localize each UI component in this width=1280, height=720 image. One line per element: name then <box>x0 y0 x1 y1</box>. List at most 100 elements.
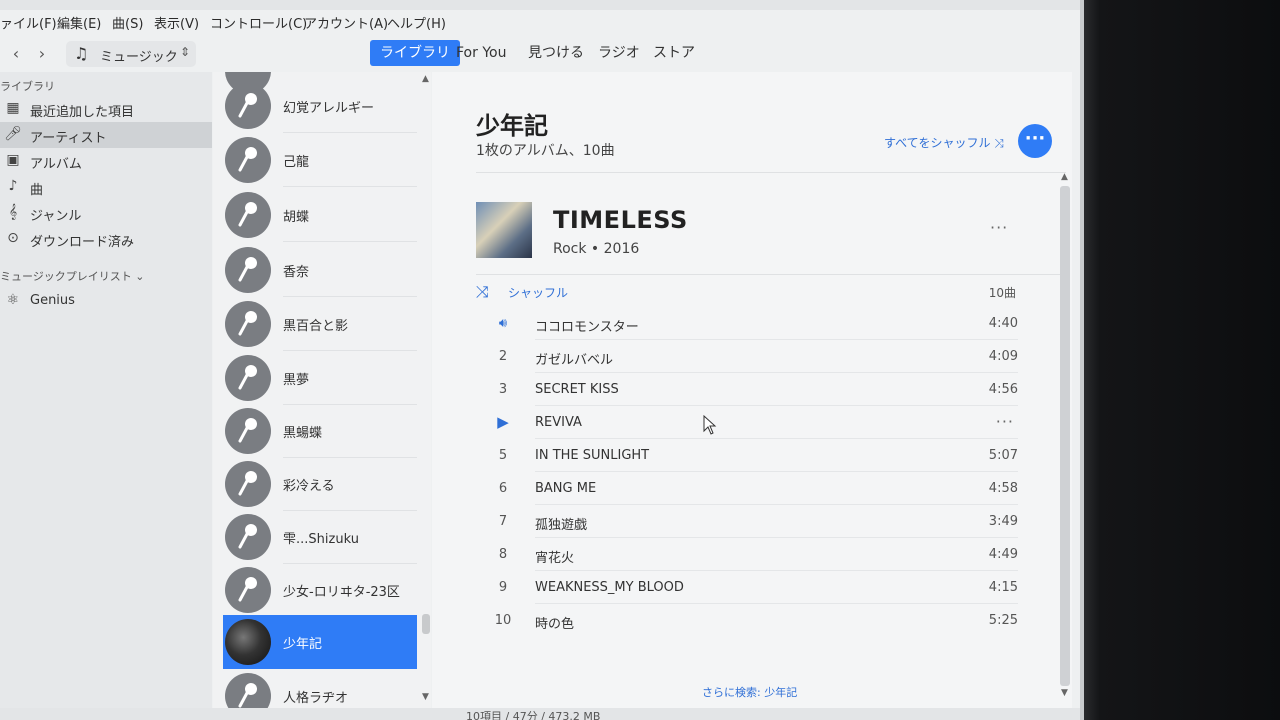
list-item[interactable]: 人格ラヂオ <box>223 669 417 708</box>
table-row[interactable]: 10 時の色 5:25 <box>492 604 1018 637</box>
track-title: SECRET KISS <box>535 382 619 397</box>
scrollbar-thumb[interactable] <box>1060 186 1070 686</box>
scroll-up-icon[interactable]: ▲ <box>1061 172 1068 182</box>
track-title: 孤独遊戯 <box>535 518 588 533</box>
track-more-icon[interactable]: ··· <box>996 412 1014 431</box>
album-icon: ▣ <box>6 152 20 168</box>
track-title: ココロモンスター <box>535 320 639 335</box>
toolbar: ‹ › ♫ ミュージック ⇕ ライブラリ For You 見つける ラジオ スト… <box>0 36 1084 72</box>
tab-for-you[interactable]: For You <box>446 40 516 66</box>
shuffle-all-button[interactable]: すべてをシャッフル ⤨ <box>884 134 1004 151</box>
sidebar-item-artists[interactable]: 🎤︎ アーティスト <box>0 122 212 148</box>
list-item[interactable]: 胡蝶 <box>223 188 417 242</box>
table-row[interactable]: 5 IN THE SUNLIGHT 5:07 <box>492 439 1018 472</box>
menu-file[interactable]: ァイル(F) <box>0 13 57 32</box>
menu-account[interactable]: アカウント(A) <box>304 13 388 32</box>
media-kind-select[interactable]: ♫ ミュージック ⇕ <box>66 41 196 67</box>
scroll-down-icon[interactable]: ▼ <box>422 692 429 702</box>
list-item[interactable]: 香奈 <box>223 243 417 297</box>
playlists-header-label: ミュージックプレイリスト <box>0 270 132 283</box>
album-title[interactable]: TIMELESS <box>553 206 688 234</box>
forward-icon[interactable]: › <box>30 42 54 66</box>
table-row[interactable]: 9 WEAKNESS_MY BLOOD 4:15 <box>492 571 1018 604</box>
sidebar-item-songs[interactable]: ♪ 曲 <box>0 174 212 200</box>
artist-name: 雫...Shizuku <box>283 532 359 547</box>
list-item[interactable]: 己龍 <box>223 133 417 187</box>
list-item[interactable]: 少女-ロリヰタ-23区 <box>223 563 417 617</box>
table-row[interactable]: 2 ガゼルバベル 4:09 <box>492 340 1018 373</box>
scroll-up-icon[interactable]: ▲ <box>422 74 429 84</box>
sidebar-item-genius[interactable]: ⚛ Genius <box>0 288 212 314</box>
monitor-bezel <box>1084 0 1280 720</box>
scroll-down-icon[interactable]: ▼ <box>1061 688 1068 698</box>
tab-store[interactable]: ストア <box>643 40 705 66</box>
table-row[interactable]: 8 宵花火 4:49 <box>492 538 1018 571</box>
sidebar-item-label: ジャンル <box>30 209 82 224</box>
tab-browse[interactable]: 見つける <box>518 40 594 66</box>
menu-controls[interactable]: コントロール(C) <box>210 13 307 32</box>
playlists-header[interactable]: ミュージックプレイリスト ⌄ <box>0 268 145 284</box>
mouse-cursor-icon <box>703 415 717 435</box>
media-kind-label: ミュージック <box>100 50 178 65</box>
tab-radio[interactable]: ラジオ <box>588 40 650 66</box>
play-icon[interactable]: ▶ <box>492 413 514 431</box>
menu-song[interactable]: 曲(S) <box>112 13 143 32</box>
track-title: BANG ME <box>535 481 597 496</box>
track-duration: 4:09 <box>988 349 1018 364</box>
artist-list-scrollbar[interactable]: ▲ ▼ <box>420 74 432 708</box>
more-search-link[interactable]: さらに検索: 少年記 <box>702 684 797 700</box>
track-title: IN THE SUNLIGHT <box>535 448 650 463</box>
more-options-button[interactable]: ··· <box>1018 124 1052 158</box>
list-item[interactable]: 黒蝪蝶 <box>223 404 417 458</box>
scrollbar-thumb[interactable] <box>422 614 430 634</box>
artist-name: 少年記 <box>283 637 323 652</box>
divider <box>476 274 1066 275</box>
album-more-icon[interactable]: ··· <box>990 218 1008 237</box>
menu-edit[interactable]: 編集(E) <box>57 13 101 32</box>
artist-name: 黒蝪蝶 <box>283 426 323 441</box>
microphone-icon <box>225 673 271 708</box>
menu-help[interactable]: ヘルプ(H) <box>387 13 446 32</box>
table-row[interactable]: 3 SECRET KISS 4:56 <box>492 373 1018 406</box>
sidebar-item-genres[interactable]: 𝄞 ジャンル <box>0 200 212 226</box>
artist-photo <box>225 619 271 665</box>
list-item-selected[interactable]: 少年記 <box>223 615 417 669</box>
microphone-icon <box>225 83 271 129</box>
microphone-icon <box>225 514 271 560</box>
list-item[interactable]: 幻覚アレルギー <box>223 79 417 133</box>
list-item[interactable]: 彩冷える <box>223 457 417 511</box>
table-row[interactable]: 7 孤独遊戯 3:49 <box>492 505 1018 538</box>
microphone-icon <box>225 567 271 613</box>
track-duration: 3:49 <box>988 514 1018 529</box>
menu-view[interactable]: 表示(V) <box>154 13 199 32</box>
detail-scrollbar[interactable]: ▲ ▼ <box>1058 172 1072 704</box>
sidebar-item-albums[interactable]: ▣ アルバム <box>0 148 212 174</box>
list-item[interactable]: 黒百合と影 <box>223 297 417 351</box>
table-row[interactable]: ▶ REVIVA ··· <box>492 406 1018 439</box>
microphone-icon <box>225 301 271 347</box>
shuffle-album-button[interactable]: ⤨ シャッフル 10曲 <box>476 282 1016 304</box>
sidebar-item-label: 最近追加した項目 <box>30 105 135 120</box>
track-duration: 4:49 <box>988 547 1018 562</box>
track-number: 9 <box>498 580 508 595</box>
sidebar-item-label: アルバム <box>30 157 82 172</box>
microphone-icon <box>225 461 271 507</box>
sidebar-item-label: ダウンロード済み <box>30 235 135 250</box>
track-number: 5 <box>498 448 508 463</box>
list-item[interactable]: 雫...Shizuku <box>223 510 417 564</box>
sidebar-item-recently-added[interactable]: ▦ 最近追加した項目 <box>0 96 212 122</box>
back-icon[interactable]: ‹ <box>4 42 28 66</box>
artist-name: 胡蝶 <box>283 210 310 225</box>
divider <box>476 172 1066 173</box>
status-bar: 10項目 / 47分 / 473.2 MB <box>0 708 1084 720</box>
table-row[interactable]: 6 BANG ME 4:58 <box>492 472 1018 505</box>
updown-chevron-icon: ⇕ <box>179 45 190 59</box>
track-duration: 4:58 <box>988 481 1018 496</box>
track-number: 6 <box>498 481 508 496</box>
list-item[interactable]: 黒夢 <box>223 351 417 405</box>
table-row[interactable]: 🔊︎ ココロモンスター 4:40 <box>492 307 1018 340</box>
sidebar-item-downloaded[interactable]: ⊙ ダウンロード済み <box>0 226 212 252</box>
artist-detail: 少年記 1枚のアルバム、10曲 すべてをシャッフル ⤨ ··· TIMELESS… <box>432 72 1072 708</box>
artist-summary: 1枚のアルバム、10曲 <box>476 143 615 159</box>
album-artwork[interactable] <box>476 202 532 258</box>
